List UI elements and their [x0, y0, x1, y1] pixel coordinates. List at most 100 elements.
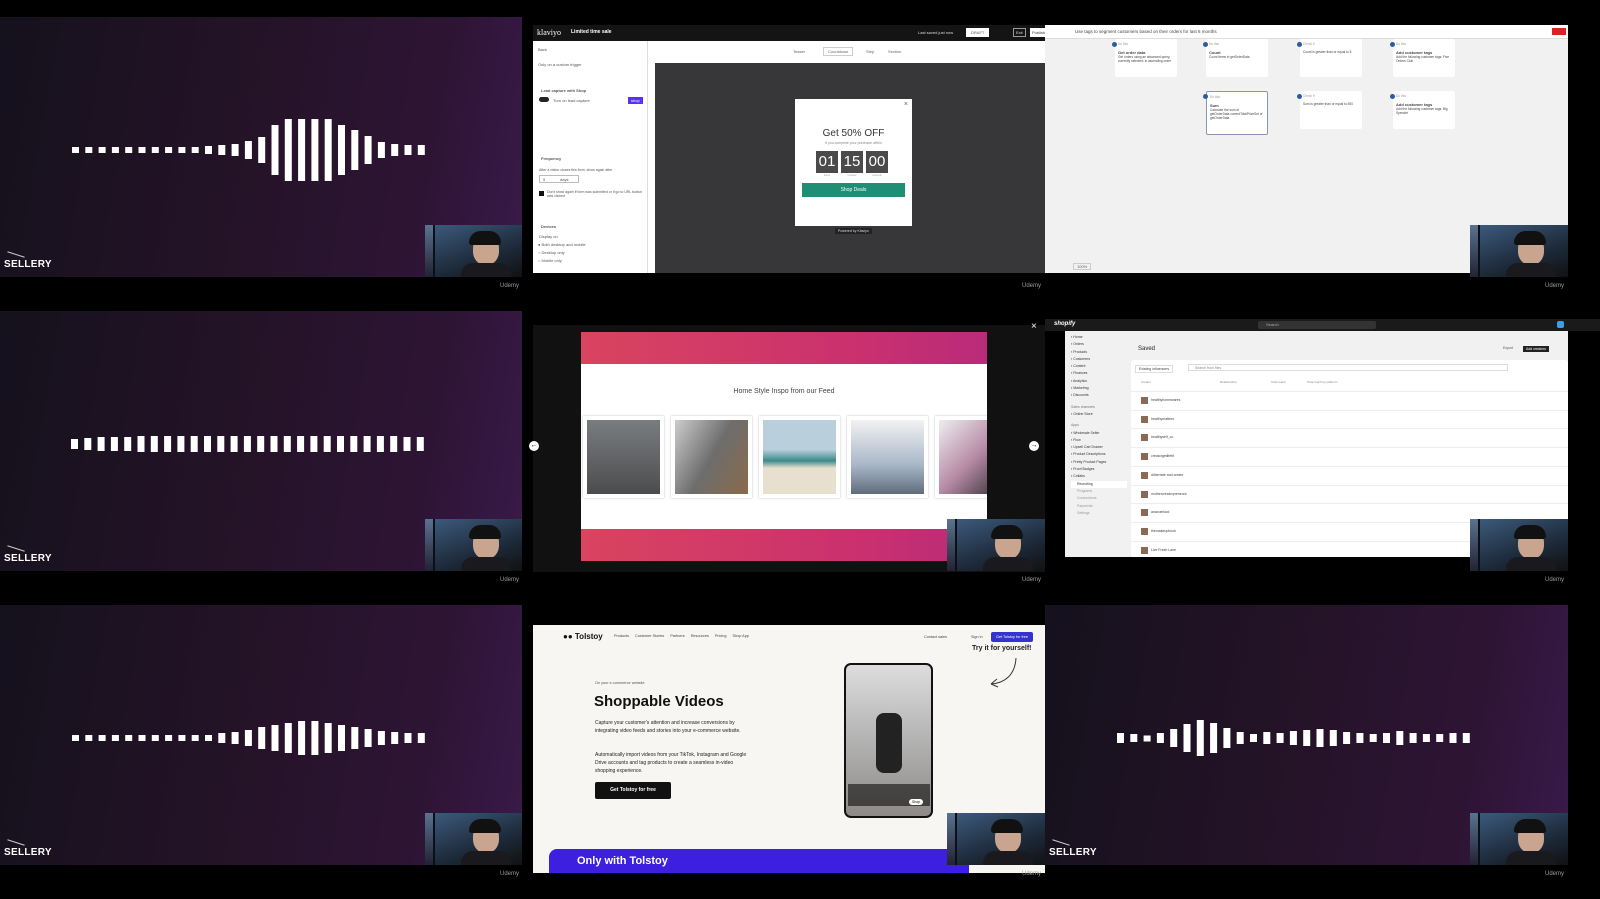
video-shop-button[interactable]: Shop [909, 799, 924, 805]
nav-item[interactable]: ▪ Collabs [1071, 473, 1127, 480]
nav-item[interactable]: ▪ Content [1071, 363, 1127, 370]
flow-node[interactable]: Check if Sum is greater than or equal to … [1300, 91, 1362, 129]
nav-link[interactable]: Resources [691, 634, 709, 638]
lead-capture-heading[interactable]: Lead capture with Shop [541, 88, 586, 93]
nav-item[interactable]: ▪ Upsell Cart Drawer [1071, 444, 1127, 451]
frequency-input[interactable]: 5 days [539, 175, 579, 183]
video-phone-preview[interactable]: Shop [844, 663, 933, 818]
feed-photo[interactable] [935, 416, 987, 498]
toolbar-step[interactable]: Step [866, 49, 874, 54]
device-option-desktop[interactable]: ○ Desktop only [538, 250, 565, 255]
devices-heading[interactable]: Devices [541, 224, 556, 229]
connector-dot[interactable] [1297, 94, 1302, 99]
turn-on-button[interactable] [1552, 28, 1566, 35]
table-search-input[interactable]: Search from files [1188, 364, 1508, 371]
tile-shopify-admin: shopify Search ▪ Home ▪ Orders ▪ Products ▪… [1045, 294, 1600, 588]
feed-photo[interactable] [847, 416, 928, 498]
nav-item[interactable]: ▪ Wholesale Seller [1071, 430, 1127, 437]
exit-button[interactable]: Exit [1013, 28, 1026, 37]
connector-dot[interactable] [1390, 42, 1395, 47]
search-bar[interactable]: Search [1258, 321, 1376, 329]
connector-dot[interactable] [1297, 42, 1302, 47]
dont-show-checkbox[interactable] [539, 191, 544, 196]
flow-node[interactable]: Do this Get order data Get orders using an… [1115, 39, 1177, 77]
nav-item[interactable]: ▪ Online Store [1071, 411, 1127, 418]
toolbar-countdown[interactable]: Countdown [823, 47, 854, 56]
get-tolstoy-top-button[interactable]: Get Tolstoy for free [991, 632, 1034, 642]
column-header[interactable]: Relationship [1220, 380, 1237, 384]
nav-link[interactable]: Products [614, 634, 629, 638]
nav-item[interactable]: ▪ Discounts [1071, 392, 1127, 399]
contact-sales-link[interactable]: Contact sales [924, 635, 947, 639]
table-row[interactable]: healthyhomewares [1131, 391, 1568, 409]
nav-subitem[interactable]: Settings [1071, 510, 1127, 517]
connector-dot[interactable] [1203, 94, 1208, 99]
flow-node[interactable]: Do this Add customer tags Add the followin… [1393, 39, 1455, 77]
connector-dot[interactable] [1203, 42, 1208, 47]
nav-subitem[interactable]: Payments [1071, 503, 1127, 510]
nav-item[interactable]: ▪ Proof Badges [1071, 466, 1127, 473]
zoom-level[interactable]: 100% [1073, 263, 1092, 270]
avatar[interactable] [1557, 321, 1564, 328]
nav-item[interactable]: ▪ Home [1071, 334, 1127, 341]
publish-button[interactable]: Publish [1030, 28, 1045, 37]
nav-item[interactable]: ▪ Products [1071, 349, 1127, 356]
feed-photo[interactable] [671, 416, 752, 498]
device-option-both[interactable]: ● Both desktop and mobile [538, 242, 586, 247]
lead-capture-toggle[interactable] [539, 97, 549, 102]
table-row[interactable]: healthyself_co [1131, 428, 1568, 446]
toolbar-teaser[interactable]: Teaser [793, 49, 805, 54]
only-with-tolstoy-banner: Only with Tolstoy [549, 849, 969, 873]
column-header[interactable]: Total reach by platform [1307, 380, 1337, 384]
table-row[interactable]: healthymatters [1131, 409, 1568, 428]
table-row[interactable]: mothercreatorpreneurs [1131, 484, 1568, 503]
table-row[interactable]: creatorgetlifefit [1131, 447, 1568, 465]
nav-item[interactable]: ▪ Flow [1071, 437, 1127, 444]
status-select[interactable]: DRAFT [966, 28, 990, 37]
nav-item[interactable]: ▪ Customers [1071, 356, 1127, 363]
connector-dot[interactable] [1390, 94, 1395, 99]
column-header[interactable]: Creator [1141, 380, 1151, 384]
table-row[interactable]: ditherrate and create [1131, 465, 1568, 484]
connector-dot[interactable] [1112, 42, 1117, 47]
get-tolstoy-button[interactable]: Get Tolstoy for free [595, 782, 671, 799]
shop-deals-button[interactable]: Shop Deals [802, 183, 905, 197]
flow-node[interactable]: Check if Count is greater than or equal t… [1300, 39, 1362, 77]
prev-arrow-icon[interactable]: ← [529, 441, 539, 451]
flow-node[interactable]: Do this Count Count items in getOrderData [1206, 39, 1268, 77]
nav-link[interactable]: Customer Stories [635, 634, 664, 638]
nav-item[interactable]: ▪ Analytics [1071, 378, 1127, 385]
nav-link[interactable]: Pricing [715, 634, 727, 638]
flow-node[interactable]: Do this Sum Calculate the sum of getOrderD… [1206, 91, 1268, 135]
nav-item[interactable]: ▪ Orders [1071, 341, 1127, 348]
nav-link[interactable]: Partners [670, 634, 684, 638]
frequency-heading[interactable]: Frequency [541, 156, 561, 161]
klaviyo-logo: klaviyo [537, 28, 561, 37]
nav-item[interactable]: ▪ Pretty Product Pages [1071, 459, 1127, 466]
close-icon[interactable]: × [1031, 321, 1037, 332]
filter-select[interactable]: Existing influencers [1135, 365, 1174, 373]
back-link[interactable]: Back [538, 47, 547, 52]
feed-photo[interactable] [583, 416, 664, 498]
feed-photo[interactable] [759, 416, 840, 498]
nav-item[interactable]: ▪ Marketing [1071, 385, 1127, 392]
nav-link[interactable]: Shop App [732, 634, 748, 638]
nav-item[interactable]: ▪ Finances [1071, 370, 1127, 377]
waveform-bar [151, 147, 159, 153]
flow-node[interactable]: Do this Add customer tags Add the followin… [1393, 91, 1455, 129]
nav-subitem[interactable]: Programs [1071, 488, 1127, 495]
nav-subitem[interactable]: Connections [1071, 495, 1127, 502]
nav-item[interactable]: ▪ Product Descriptions [1071, 451, 1127, 458]
sign-in-link[interactable]: Sign in [971, 635, 983, 639]
eyebrow-text: On your e-commerce website [595, 681, 645, 685]
column-header[interactable]: Total reach [1271, 380, 1286, 384]
device-option-mobile[interactable]: ○ Mobile only [538, 258, 562, 263]
next-arrow-icon[interactable]: → [1029, 441, 1039, 451]
add-creators-button[interactable]: Add creators [1523, 346, 1549, 352]
waveform-bar [165, 735, 173, 741]
nav-subitem[interactable]: Recruiting [1071, 480, 1127, 488]
trigger-option[interactable]: Only on a custom trigger [538, 62, 582, 67]
toolbar-section[interactable]: Section [888, 49, 901, 54]
close-icon[interactable]: × [904, 101, 908, 108]
export-button[interactable]: Export [1503, 346, 1513, 350]
